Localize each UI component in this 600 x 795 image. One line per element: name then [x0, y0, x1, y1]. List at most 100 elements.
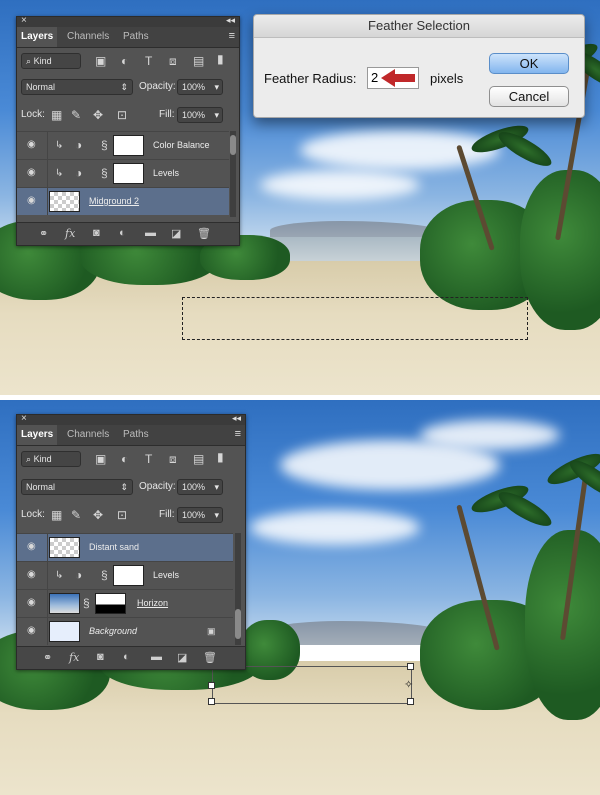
filter-kind-select[interactable]: ⌕ Kind: [21, 451, 81, 467]
opacity-input[interactable]: 100% ▾: [177, 479, 223, 495]
link-icon[interactable]: ⚭: [39, 227, 48, 240]
lock-all-icon[interactable]: ⊡: [117, 508, 127, 522]
transform-handle[interactable]: [407, 698, 414, 705]
fx-icon[interactable]: fx: [65, 227, 75, 240]
layers-scrollbar[interactable]: [230, 131, 236, 217]
lock-row: Lock: ▦ ✎ ✥ ⊡ Fill: 100% ▾: [17, 107, 239, 125]
fill-input[interactable]: 100% ▾: [177, 107, 223, 123]
opacity-input[interactable]: 100% ▾: [177, 79, 223, 95]
fx-icon[interactable]: fx: [69, 651, 79, 664]
clip-arrow-icon: ↳: [55, 168, 64, 179]
fill-value: 100%: [182, 110, 206, 120]
layer-row-levels[interactable]: ◉ ↳ ◑ § Levels: [17, 561, 233, 589]
scrollbar-thumb[interactable]: [230, 135, 236, 155]
blend-mode-select[interactable]: Normal ⇕: [21, 479, 133, 495]
adjustment-filter-icon[interactable]: ◐: [121, 54, 128, 68]
eye-icon[interactable]: ◉: [27, 569, 38, 580]
collapse-icon[interactable]: ◂◂: [226, 15, 235, 26]
scrollbar-thumb[interactable]: [235, 609, 241, 639]
filter-toggle-icon[interactable]: ▮: [217, 450, 224, 464]
adjustment-filter-icon[interactable]: ◐: [121, 452, 128, 466]
smart-object-filter-icon[interactable]: ▤: [193, 54, 204, 68]
shape-filter-icon[interactable]: ⧈: [169, 452, 177, 466]
opacity-value: 100%: [182, 482, 206, 492]
trash-icon[interactable]: 🗑: [197, 227, 211, 240]
shape-filter-icon[interactable]: ⧈: [169, 54, 177, 68]
eye-icon[interactable]: ◉: [27, 625, 38, 636]
blend-mode-select[interactable]: Normal ⇕: [21, 79, 133, 95]
filter-toggle-icon[interactable]: ▮: [217, 52, 224, 66]
chevron-down-icon: ▾: [214, 110, 219, 120]
type-filter-icon[interactable]: T: [145, 452, 152, 466]
fill-label: Fill:: [159, 509, 175, 520]
fill-input[interactable]: 100% ▾: [177, 507, 223, 523]
transform-handle[interactable]: [407, 663, 414, 670]
top-screenshot: × ◂◂ Layers Channels Paths ≡ ⌕ Kind ▣ ◐ …: [0, 0, 600, 395]
type-filter-icon[interactable]: T: [145, 54, 152, 68]
marquee-selection[interactable]: [182, 297, 528, 340]
lock-all-icon[interactable]: ⊡: [117, 108, 127, 122]
new-layer-icon[interactable]: ◪: [171, 227, 181, 240]
eye-icon[interactable]: ◉: [27, 541, 38, 552]
layer-name: Horizon: [137, 598, 169, 608]
panel-menu-icon[interactable]: ≡: [235, 428, 241, 440]
close-icon[interactable]: ×: [21, 15, 27, 26]
select-arrow-icon: ⇕: [120, 82, 128, 92]
panel-menu-icon[interactable]: ≡: [229, 30, 235, 42]
adjustment-icon[interactable]: ◐: [119, 227, 126, 239]
tab-channels[interactable]: Channels: [63, 425, 113, 445]
layer-row-color-balance[interactable]: ◉ ↳ ◑ § Color Balance: [17, 131, 229, 159]
layer-row-levels[interactable]: ◉ ↳ ◑ § Levels: [17, 159, 229, 187]
transform-handle[interactable]: [208, 698, 215, 705]
image-filter-icon[interactable]: ▣: [95, 54, 106, 68]
transform-handle[interactable]: [208, 682, 215, 689]
trash-icon[interactable]: 🗑: [203, 651, 217, 664]
layer-row-horizon[interactable]: ◉ § Horizon: [17, 589, 233, 617]
lock-transparency-icon[interactable]: ▦: [51, 508, 62, 522]
link-icon[interactable]: ⚭: [43, 651, 52, 664]
layer-name: Background: [89, 626, 138, 636]
tab-channels[interactable]: Channels: [63, 27, 113, 47]
layer-row-distant-sand[interactable]: ◉ Distant sand: [17, 533, 233, 561]
filter-kind-select[interactable]: ⌕ Kind: [21, 53, 81, 69]
cancel-button[interactable]: Cancel: [489, 86, 569, 107]
folder-icon[interactable]: ▬: [151, 651, 162, 663]
adjustment-layer-icon: ◑: [75, 568, 83, 582]
eye-icon[interactable]: ◉: [27, 167, 38, 178]
layer-name: Distant sand: [89, 542, 140, 552]
close-icon[interactable]: ×: [21, 413, 27, 424]
mask-icon[interactable]: ◙: [93, 227, 100, 239]
chevron-down-icon: ▾: [214, 82, 219, 92]
lock-position-icon[interactable]: ✥: [93, 508, 103, 522]
mask-icon[interactable]: ◙: [97, 651, 104, 663]
new-layer-icon[interactable]: ◪: [177, 651, 187, 664]
eye-icon[interactable]: ◉: [27, 597, 38, 608]
ok-button[interactable]: OK: [489, 53, 569, 74]
filter-row: ⌕ Kind ▣ ◐ T ⧈ ▤ ▮: [17, 51, 239, 71]
smart-object-filter-icon[interactable]: ▤: [193, 452, 204, 466]
opacity-label: Opacity:: [139, 481, 176, 492]
layer-row-midground-2[interactable]: ◉ Midground 2: [17, 187, 229, 215]
tab-paths[interactable]: Paths: [119, 27, 153, 47]
adjustment-icon[interactable]: ◐: [123, 651, 130, 663]
layer-row-background[interactable]: ◉ Background ▣: [17, 617, 233, 645]
lock-pixels-icon[interactable]: ✎: [71, 508, 81, 522]
layers-scrollbar[interactable]: [235, 533, 241, 645]
lock-position-icon[interactable]: ✥: [93, 108, 103, 122]
panel-titlebar: × ◂◂: [17, 413, 245, 425]
tab-paths[interactable]: Paths: [119, 425, 153, 445]
lock-transparency-icon[interactable]: ▦: [51, 108, 62, 122]
tab-layers[interactable]: Layers: [17, 27, 58, 47]
transform-bounding-box[interactable]: [212, 666, 412, 704]
eye-icon[interactable]: ◉: [27, 195, 38, 206]
image-filter-icon[interactable]: ▣: [95, 452, 106, 466]
folder-icon[interactable]: ▬: [145, 227, 156, 239]
tab-layers[interactable]: Layers: [17, 425, 58, 445]
collapse-icon[interactable]: ◂◂: [232, 413, 241, 424]
fill-value: 100%: [182, 510, 206, 520]
lock-pixels-icon[interactable]: ✎: [71, 108, 81, 122]
search-icon: ⌕: [26, 454, 32, 464]
eye-icon[interactable]: ◉: [27, 139, 38, 150]
blend-mode-value: Normal: [26, 82, 56, 92]
reference-point-icon[interactable]: ✧: [404, 678, 413, 691]
